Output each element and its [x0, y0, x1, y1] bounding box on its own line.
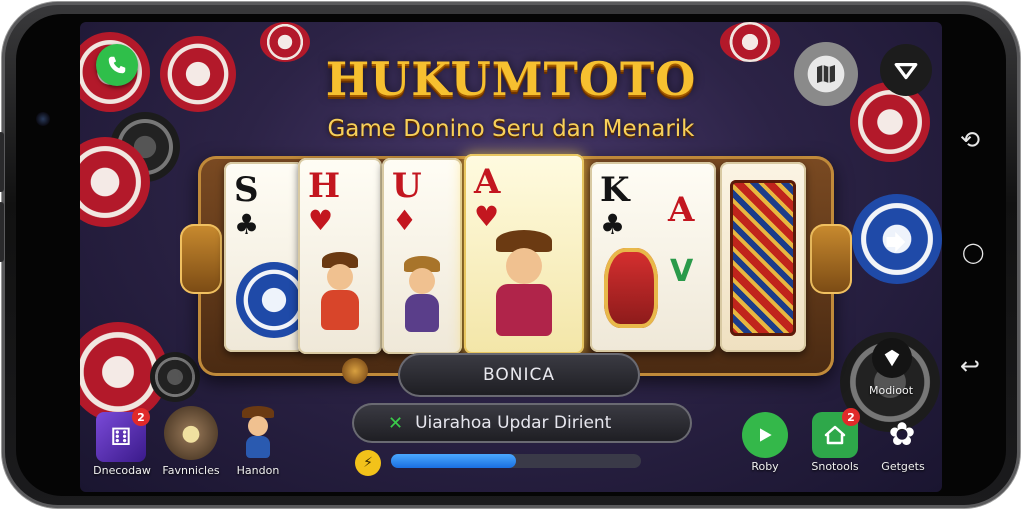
home-nav-icon[interactable]: ◯: [962, 240, 984, 264]
energy-icon: ⚡: [355, 450, 381, 476]
character-body: [405, 294, 439, 332]
character-head: [409, 268, 435, 294]
getgets-button[interactable]: ✿: [880, 412, 924, 456]
cowboy-avatar-icon: [238, 406, 278, 460]
card-rank: A: [474, 162, 501, 202]
poker-chip-decor: [236, 262, 304, 338]
handon-button[interactable]: [238, 406, 278, 460]
playing-card[interactable]: U ♦: [382, 158, 462, 354]
character-head: [327, 264, 353, 290]
front-camera-icon: [36, 112, 50, 126]
gear-icon: ✿: [888, 415, 916, 453]
card-suit: ♣: [600, 208, 626, 241]
card-rank: S: [234, 170, 259, 210]
roby-button[interactable]: [742, 412, 788, 458]
playing-card[interactable]: K ♣ A V: [590, 162, 716, 352]
progress-fill: [391, 454, 516, 468]
card-mark: V: [670, 254, 694, 289]
notification-badge: 2: [132, 408, 150, 426]
character-body: [321, 290, 359, 330]
king-card-art: [730, 180, 796, 336]
favnnicles-button[interactable]: ●: [164, 406, 218, 460]
dice-grid-icon: ⚅: [110, 423, 132, 451]
back-nav-icon[interactable]: ⟲: [960, 126, 980, 154]
game-title: HUKUMTOTO: [325, 52, 697, 106]
card-suit: ♥: [308, 204, 334, 237]
notification-badge: 2: [842, 408, 860, 426]
tray-ornament-right: [810, 224, 852, 294]
game-subtitle: Game Donino Seru dan Menarik: [327, 116, 695, 142]
playing-card[interactable]: H ♥: [298, 158, 382, 354]
card-suit: ♥: [474, 200, 500, 233]
tray-ornament-left: [180, 224, 222, 294]
card-rank: U: [392, 166, 422, 206]
character-body: [496, 284, 552, 336]
card-rank: K: [600, 170, 630, 210]
update-banner-text: Uiarahoa Updar Dirient: [415, 413, 612, 433]
recent-nav-icon[interactable]: ↩: [960, 352, 980, 380]
x-cross-icon: ✕: [388, 412, 404, 434]
poker-chip-decor: [150, 352, 200, 402]
volume-up-button: [0, 132, 4, 192]
playing-card-king[interactable]: [720, 162, 806, 352]
shield-icon: [884, 349, 900, 367]
playing-card[interactable]: S ♣: [224, 162, 304, 352]
volume-down-button: [0, 202, 4, 262]
home-icon: [824, 425, 846, 445]
handon-label: Handon: [236, 464, 280, 477]
forward-button[interactable]: [874, 222, 914, 262]
ornament-vase-icon: [604, 248, 658, 328]
playing-card-highlighted[interactable]: A ♥: [464, 154, 584, 354]
play-icon: [760, 428, 772, 442]
game-screen: HUKUMTOTO Game Donino Seru dan Menarik S…: [80, 22, 942, 492]
card-rank-secondary: A: [668, 190, 695, 230]
card-rank: H: [308, 166, 341, 206]
coin-icon: [342, 358, 368, 384]
domino-ball-icon: ●: [181, 420, 201, 446]
progress-bar: [391, 454, 641, 468]
bonus-button[interactable]: BONICA: [398, 353, 640, 397]
getgets-label: Getgets: [881, 460, 925, 473]
arrow-right-icon: [886, 232, 906, 252]
card-suit: ♦: [392, 204, 418, 237]
bonus-button-label: BONICA: [483, 365, 555, 385]
update-banner[interactable]: ✕ Uiarahoa Updar Dirient: [352, 403, 692, 443]
character-head: [506, 248, 542, 284]
notify-label: Modioot: [868, 384, 914, 397]
notify-button[interactable]: [872, 338, 912, 378]
card-suit: ♣: [234, 208, 260, 241]
